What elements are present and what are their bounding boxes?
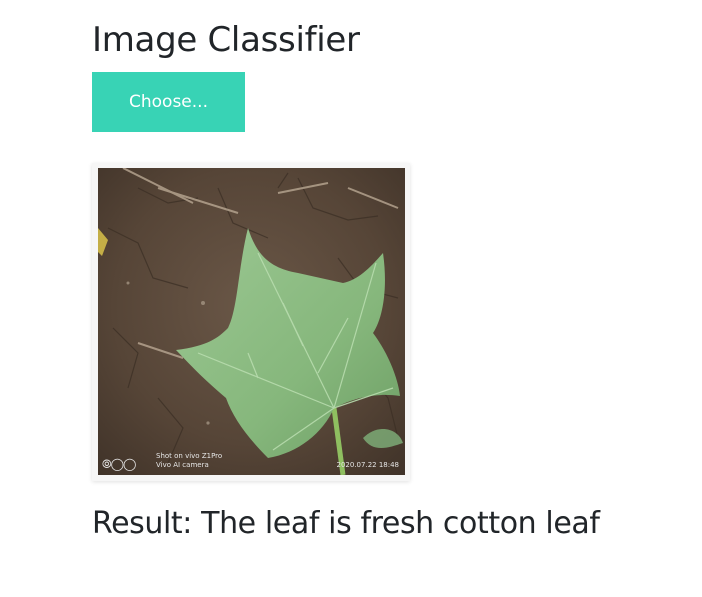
camera-watermark: ⦾◯◯ Shot on vivo Z1Pro Vivo AI camera 20… bbox=[98, 449, 405, 471]
choose-file-button[interactable]: Choose... bbox=[92, 72, 245, 132]
watermark-date: 2020.07.22 18:48 bbox=[336, 461, 399, 469]
image-preview-card: ⦾◯◯ Shot on vivo Z1Pro Vivo AI camera 20… bbox=[92, 163, 410, 481]
classification-result: Result: The leaf is fresh cotton leaf bbox=[92, 506, 600, 541]
watermark-line2: Vivo AI camera bbox=[156, 461, 209, 469]
leaf-photo bbox=[98, 168, 405, 475]
page-title: Image Classifier bbox=[92, 20, 360, 60]
watermark-line1: Shot on vivo Z1Pro bbox=[156, 452, 223, 460]
uploaded-image-preview: ⦾◯◯ Shot on vivo Z1Pro Vivo AI camera 20… bbox=[98, 168, 405, 475]
camera-logo-icon: ⦾◯◯ bbox=[102, 457, 136, 471]
